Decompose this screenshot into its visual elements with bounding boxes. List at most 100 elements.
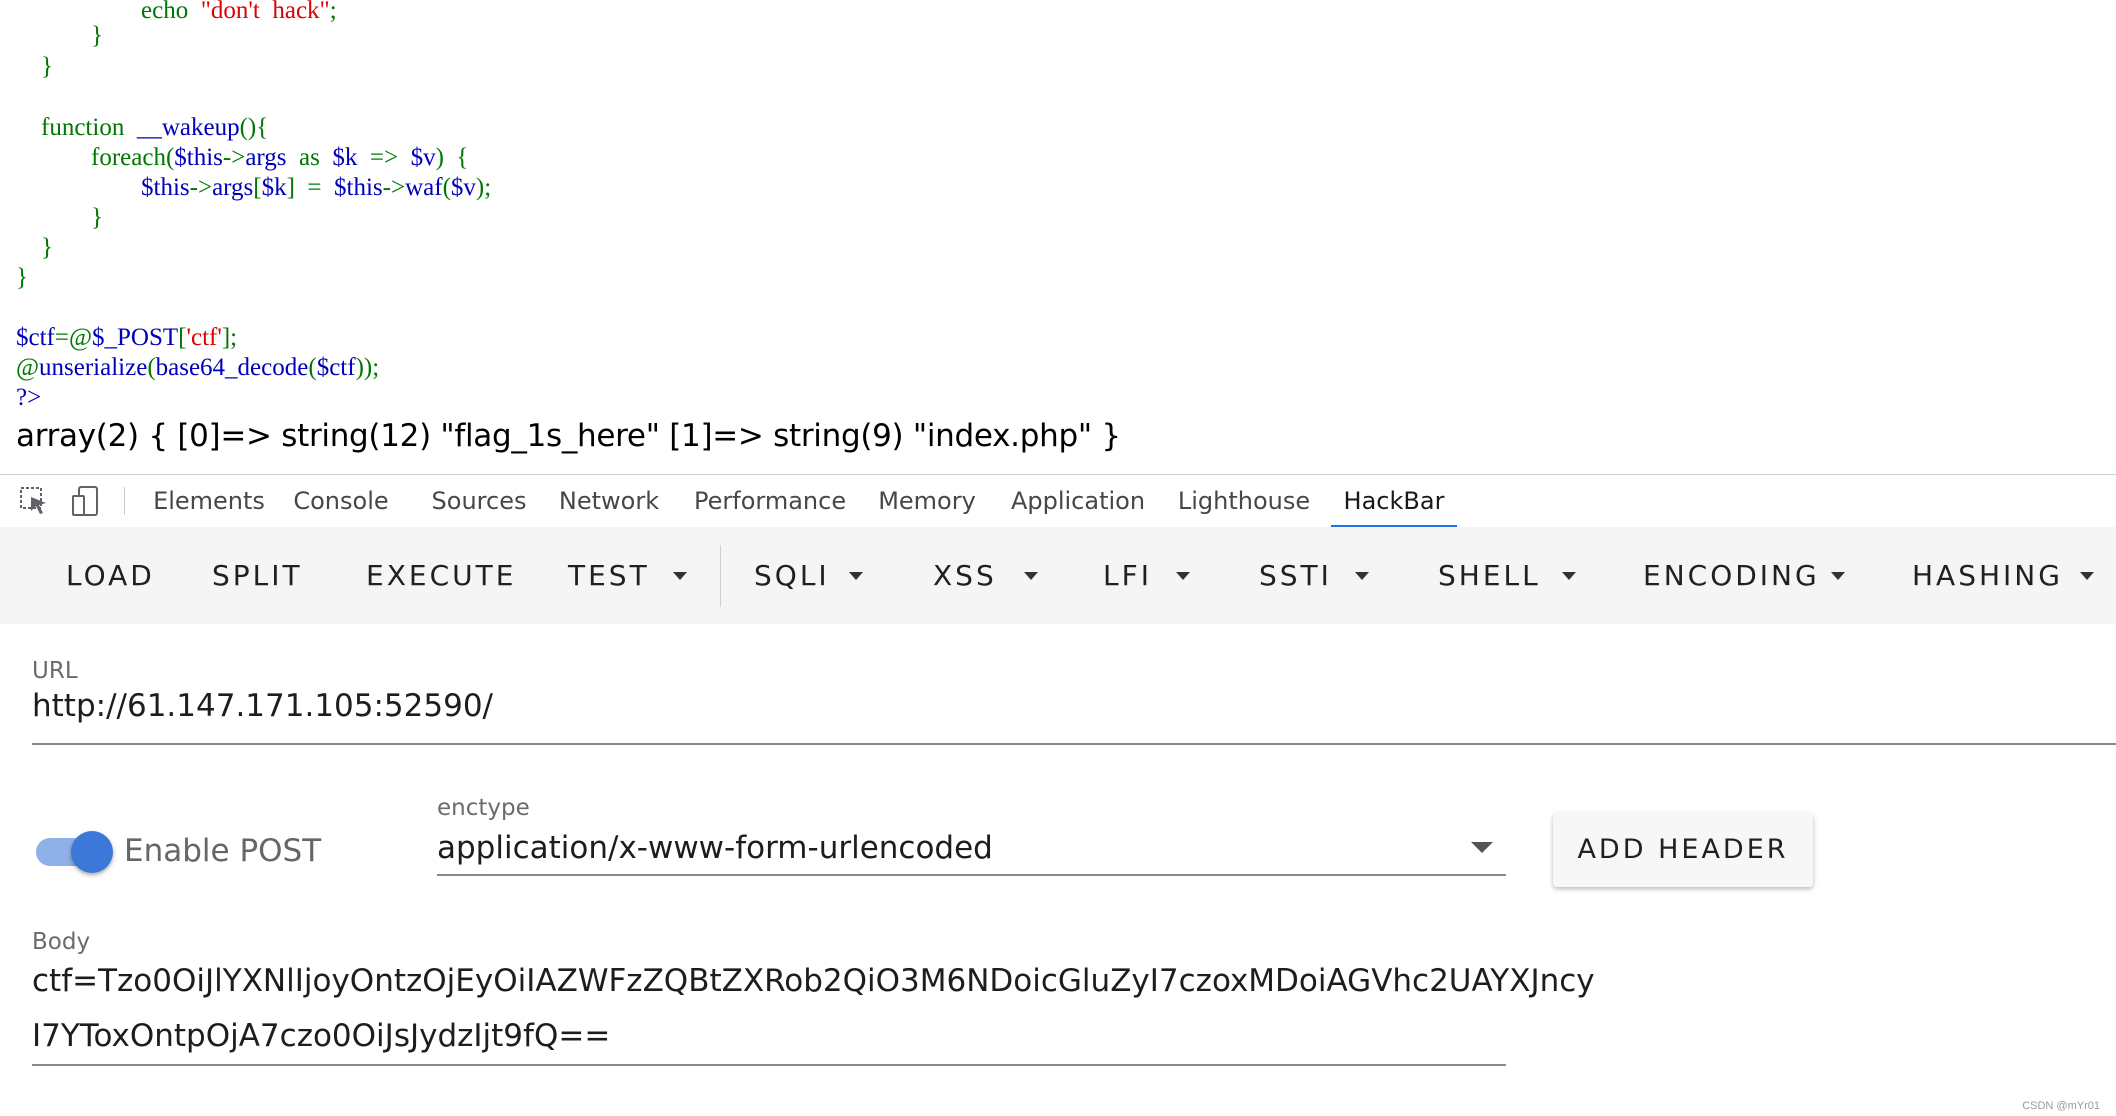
code-token: } xyxy=(16,53,53,80)
code-token: ?> xyxy=(16,384,42,411)
code-token: )); xyxy=(355,354,380,381)
add-header-button[interactable]: ADD HEADER xyxy=(1553,813,1813,887)
code-token: unserialize xyxy=(39,354,148,381)
toolbar-divider xyxy=(124,487,125,515)
hackbar-toolbar: LOAD SPLIT EXECUTE TEST SQLI XSS LFI SSTI SHELL E… xyxy=(0,527,2116,624)
body-textarea-underline xyxy=(32,1064,1506,1066)
caret-down-icon[interactable] xyxy=(1562,572,1576,580)
enctype-select[interactable]: application/x-www-form-urlencoded xyxy=(437,830,993,866)
lfi-button[interactable]: LFI xyxy=(1103,527,1152,624)
code-line: ?> xyxy=(16,383,41,413)
tab-application[interactable]: Application xyxy=(1007,475,1149,527)
code-token: args xyxy=(212,174,254,201)
code-token: $_POST xyxy=(92,324,179,351)
watermark: CSDN @mYr01 xyxy=(2022,1100,2100,1112)
xss-button[interactable]: XSS xyxy=(933,527,997,624)
code-token: $this xyxy=(174,144,223,171)
tab-console[interactable]: Console xyxy=(292,475,390,527)
sqli-button[interactable]: SQLI xyxy=(754,527,830,624)
code-token: ( xyxy=(308,354,317,381)
code-line: } xyxy=(16,52,53,82)
code-token: ) { xyxy=(435,144,469,171)
load-button[interactable]: LOAD xyxy=(66,527,155,624)
body-label: Body xyxy=(32,929,91,955)
toolbar-divider xyxy=(720,545,721,607)
tab-memory[interactable]: Memory xyxy=(871,475,983,527)
code-token: foreach( xyxy=(16,144,175,171)
execute-button[interactable]: EXECUTE xyxy=(366,527,516,624)
code-token: __wakeup xyxy=(136,114,240,141)
enctype-select-underline xyxy=(437,874,1506,876)
code-token: ; xyxy=(329,0,337,24)
code-token: -> xyxy=(222,144,246,171)
code-token: waf xyxy=(405,174,443,201)
code-token: ( xyxy=(147,354,156,381)
code-token: (){ xyxy=(239,114,269,141)
test-button[interactable]: TEST xyxy=(568,527,650,624)
enctype-label: enctype xyxy=(437,795,530,821)
unserialize-output: array(2) { [0]=> string(12) "flag_1s_her… xyxy=(16,418,1121,454)
inspect-element-icon[interactable] xyxy=(18,485,50,517)
code-token: =@ xyxy=(54,324,92,351)
php-source-view: echo "don't hack"; } } function __wakeup… xyxy=(0,0,2116,475)
code-line: } xyxy=(16,21,103,51)
code-token: $k xyxy=(261,174,287,201)
code-token: [ xyxy=(253,174,262,201)
tab-hackbar[interactable]: HackBar xyxy=(1331,475,1457,528)
code-token: ); xyxy=(475,174,492,201)
tab-network[interactable]: Network xyxy=(556,475,662,527)
code-token: $ctf xyxy=(16,324,55,351)
code-token: } xyxy=(16,204,103,231)
device-toolbar-icon[interactable] xyxy=(70,485,102,517)
code-token: $this xyxy=(334,174,383,201)
code-token: => xyxy=(369,144,411,171)
tab-lighthouse[interactable]: Lighthouse xyxy=(1176,475,1312,527)
caret-down-icon[interactable] xyxy=(673,572,687,580)
code-line: @unserialize(base64_decode($ctf)); xyxy=(16,353,379,383)
caret-down-icon[interactable] xyxy=(849,572,863,580)
code-token: $ctf xyxy=(316,354,356,381)
url-label: URL xyxy=(32,658,78,684)
caret-down-icon[interactable] xyxy=(1176,572,1190,580)
code-token: -> xyxy=(189,174,213,201)
code-token: } xyxy=(16,234,53,261)
code-token: -> xyxy=(382,174,406,201)
code-token: "don't hack" xyxy=(200,0,330,24)
code-token: $k xyxy=(332,144,370,171)
url-input[interactable]: http://61.147.171.105:52590/ xyxy=(32,688,493,724)
encoding-button[interactable]: ENCODING xyxy=(1643,527,1820,624)
caret-down-icon[interactable] xyxy=(1355,572,1369,580)
code-line: } xyxy=(16,233,53,263)
body-textarea-line-1[interactable]: ctf=Tzo0OiJlYXNlIjoyOntzOjEyOiIAZWFzZQBt… xyxy=(32,963,1595,999)
chevron-down-icon[interactable] xyxy=(1471,842,1493,853)
ssti-button[interactable]: SSTI xyxy=(1259,527,1332,624)
code-line: foreach($this->args as $k => $v) { xyxy=(16,143,468,173)
split-button[interactable]: SPLIT xyxy=(212,527,303,624)
devtools-tab-bar: Elements Console Sources Network Performance… xyxy=(0,474,2116,528)
code-line: } xyxy=(16,263,28,293)
code-line: function __wakeup(){ xyxy=(16,113,268,143)
code-token: 'ctf' xyxy=(186,324,222,351)
caret-down-icon[interactable] xyxy=(1831,572,1845,580)
tab-performance[interactable]: Performance xyxy=(694,475,846,527)
code-token: echo xyxy=(141,0,201,24)
url-input-underline xyxy=(32,743,2116,745)
caret-down-icon[interactable] xyxy=(2080,572,2094,580)
shell-button[interactable]: SHELL xyxy=(1438,527,1541,624)
code-token: as xyxy=(299,144,333,171)
code-token: @ xyxy=(16,354,40,381)
code-token: $v xyxy=(410,144,436,171)
tab-elements[interactable]: Elements xyxy=(149,475,269,527)
code-token: $this xyxy=(141,174,190,201)
code-token: ( xyxy=(442,174,451,201)
code-token: ]; xyxy=(221,324,238,351)
enable-post-toggle-knob[interactable] xyxy=(71,831,113,873)
tab-sources[interactable]: Sources xyxy=(424,475,534,527)
enable-post-label: Enable POST xyxy=(124,833,322,869)
hashing-button[interactable]: HASHING xyxy=(1912,527,2063,624)
code-token: ] = xyxy=(286,174,335,201)
caret-down-icon[interactable] xyxy=(1024,572,1038,580)
code-token: base64_decode xyxy=(155,354,309,381)
body-textarea-line-2[interactable]: I7YToxOntpOjA7czo0OiJsJydzIjt9fQ== xyxy=(32,1018,610,1054)
